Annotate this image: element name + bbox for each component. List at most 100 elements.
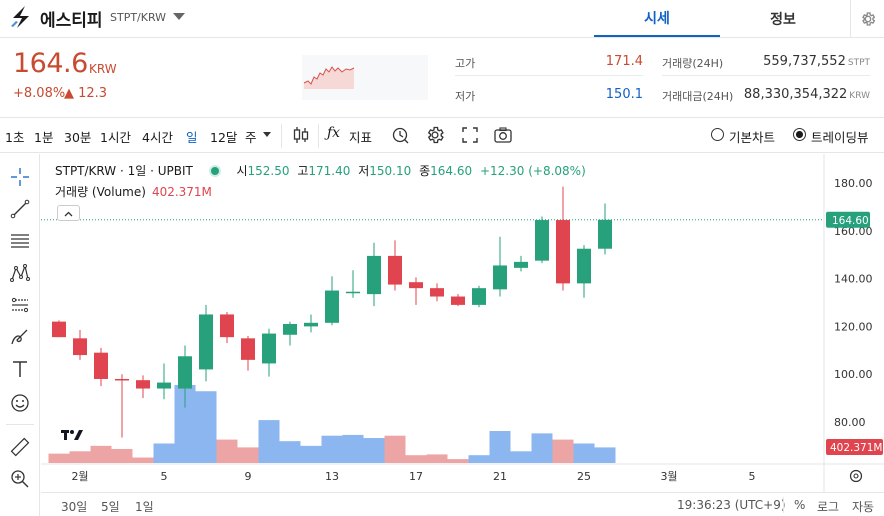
stpt-logo-icon <box>11 6 29 28</box>
fib-retracement-icon[interactable] <box>9 230 31 252</box>
basic-chart-radio[interactable] <box>711 128 724 141</box>
volume-bar <box>216 439 238 463</box>
coin-name: 에스티피 <box>40 11 103 31</box>
stat-divider <box>662 75 870 76</box>
text-tool-icon[interactable] <box>9 358 31 380</box>
settings-gear-icon[interactable] <box>850 0 884 37</box>
interval-dropdown-icon[interactable] <box>263 132 271 137</box>
ruler-icon[interactable] <box>9 436 31 458</box>
interval-12mo[interactable]: 12달 <box>210 127 237 146</box>
axis-settings-icon-center <box>853 473 859 479</box>
volume-bar <box>594 447 616 463</box>
auto-scale-toggle[interactable]: 자동 <box>852 498 874 515</box>
legend-close-value: 164.60 <box>430 164 473 178</box>
price-axis-label: 80.00 <box>834 416 866 429</box>
candle-up <box>367 255 381 295</box>
range-1d[interactable]: 1일 <box>135 498 154 515</box>
price-axis-label: 140.00 <box>834 273 873 286</box>
interval-1m[interactable]: 1분 <box>34 127 53 146</box>
stat-divider <box>455 75 643 76</box>
time-axis-label: 25 <box>577 470 591 483</box>
fullscreen-icon[interactable] <box>460 125 480 145</box>
tab-info[interactable]: 정보 <box>720 0 846 37</box>
candle-up <box>304 322 318 327</box>
current-volume-tag-label: 402.371M <box>830 442 882 454</box>
candle-style-icon[interactable] <box>291 125 311 145</box>
candle-up <box>325 290 339 323</box>
indicator-fx-icon[interactable]: ƒx <box>327 125 340 141</box>
zoom-in-icon[interactable] <box>9 468 31 490</box>
change-rate: +8.08% <box>13 86 66 101</box>
interval-week[interactable]: 주 <box>245 127 257 146</box>
volume-bar <box>531 433 553 463</box>
chart-area[interactable]: 180.00 160.00 140.00 120.00 100.00 80.00 164.6… <box>41 154 884 516</box>
clock-time: 19:36:23 (UTC+9) <box>677 498 786 512</box>
volume-bar <box>405 455 427 463</box>
chart-legend-volume: 거래량 (Volume) 402.371M <box>55 183 212 200</box>
current-price: 164.6 <box>13 48 88 79</box>
projection-tool-icon[interactable] <box>9 294 31 316</box>
chart-bottom-bar: 30일 5일 1일 19:36:23 (UTC+9) % 로그 자동 <box>41 492 884 516</box>
toolbar-divider <box>318 124 319 148</box>
indicator-button[interactable]: 지표 <box>349 127 372 146</box>
candle-down <box>388 255 402 285</box>
volume-bar <box>69 451 91 463</box>
price-axis-label: 180.00 <box>834 177 873 190</box>
legend-low-value: 150.10 <box>369 164 412 178</box>
emoji-smile-icon[interactable] <box>9 392 31 414</box>
candle-down <box>430 288 444 297</box>
low-value: 150.1 <box>605 87 643 102</box>
percent-scale-toggle[interactable]: % <box>794 498 805 512</box>
legend-volume-value: 402.371M <box>151 185 212 199</box>
range-30d[interactable]: 30일 <box>61 498 87 515</box>
chart-settings-gear-icon[interactable] <box>425 125 445 145</box>
crosshair-icon[interactable] <box>9 166 31 188</box>
tradingview-radio[interactable] <box>793 128 806 141</box>
volume-24h-value: 559,737,552 STPT <box>763 54 870 69</box>
candlestick-chart[interactable]: 180.00160.00140.00120.00100.0080.00164.6… <box>41 154 884 492</box>
candle-down <box>115 378 129 381</box>
volume-bar <box>342 434 364 463</box>
candle-down <box>52 321 66 338</box>
volume-bar <box>468 455 490 463</box>
tradingview-label[interactable]: 트레이딩뷰 <box>811 127 869 146</box>
change-amount: ▲ 12.3 <box>64 86 108 101</box>
interval-1d[interactable]: 일 <box>186 127 198 146</box>
legend-open-value: 152.50 <box>247 164 290 178</box>
volume-bar <box>90 445 112 463</box>
screenshot-camera-icon[interactable] <box>493 125 513 145</box>
volume-bar <box>510 451 532 463</box>
candle-up <box>157 382 171 389</box>
chart-legend-ohlc: STPT/KRW · 1일 · UPBIT 시152.50 고171.40 저1… <box>55 162 586 179</box>
candle-down <box>409 282 423 289</box>
candle-down <box>451 296 465 305</box>
volume-bar <box>111 448 133 463</box>
legend-symbol: STPT/KRW · 1일 · UPBIT <box>55 164 193 178</box>
log-scale-toggle[interactable]: 로그 <box>817 498 839 515</box>
mini-price-sparkline <box>302 55 428 100</box>
interval-30m[interactable]: 30분 <box>64 127 91 146</box>
coin-select-caret-icon[interactable] <box>173 13 185 20</box>
legend-open-label: 시 <box>236 164 248 178</box>
amount-24h-value: 88,330,354,322 KRW <box>743 87 870 102</box>
interval-1h[interactable]: 1시간 <box>100 127 131 146</box>
interval-1s[interactable]: 1초 <box>5 127 24 146</box>
trend-line-icon[interactable] <box>9 198 31 220</box>
alert-clock-icon[interactable] <box>390 125 410 145</box>
volume-bar <box>48 453 70 463</box>
volume-bar <box>426 454 448 463</box>
candle-up <box>493 265 507 290</box>
volume-bar <box>237 447 259 463</box>
candle-up <box>346 291 360 294</box>
candle-up <box>514 261 528 268</box>
pattern-tool-icon[interactable] <box>9 262 31 284</box>
range-5d[interactable]: 5일 <box>101 498 120 515</box>
brush-icon[interactable] <box>9 326 31 348</box>
tradingview-logo-icon[interactable] <box>57 425 87 445</box>
coin-pair: STPT/KRW <box>110 11 167 24</box>
legend-low-label: 저 <box>358 164 370 178</box>
basic-chart-label[interactable]: 기본차트 <box>729 127 775 146</box>
interval-4h[interactable]: 4시간 <box>142 127 173 146</box>
tab-market-price[interactable]: 시세 <box>594 0 720 37</box>
legend-collapse-button[interactable] <box>57 205 80 221</box>
